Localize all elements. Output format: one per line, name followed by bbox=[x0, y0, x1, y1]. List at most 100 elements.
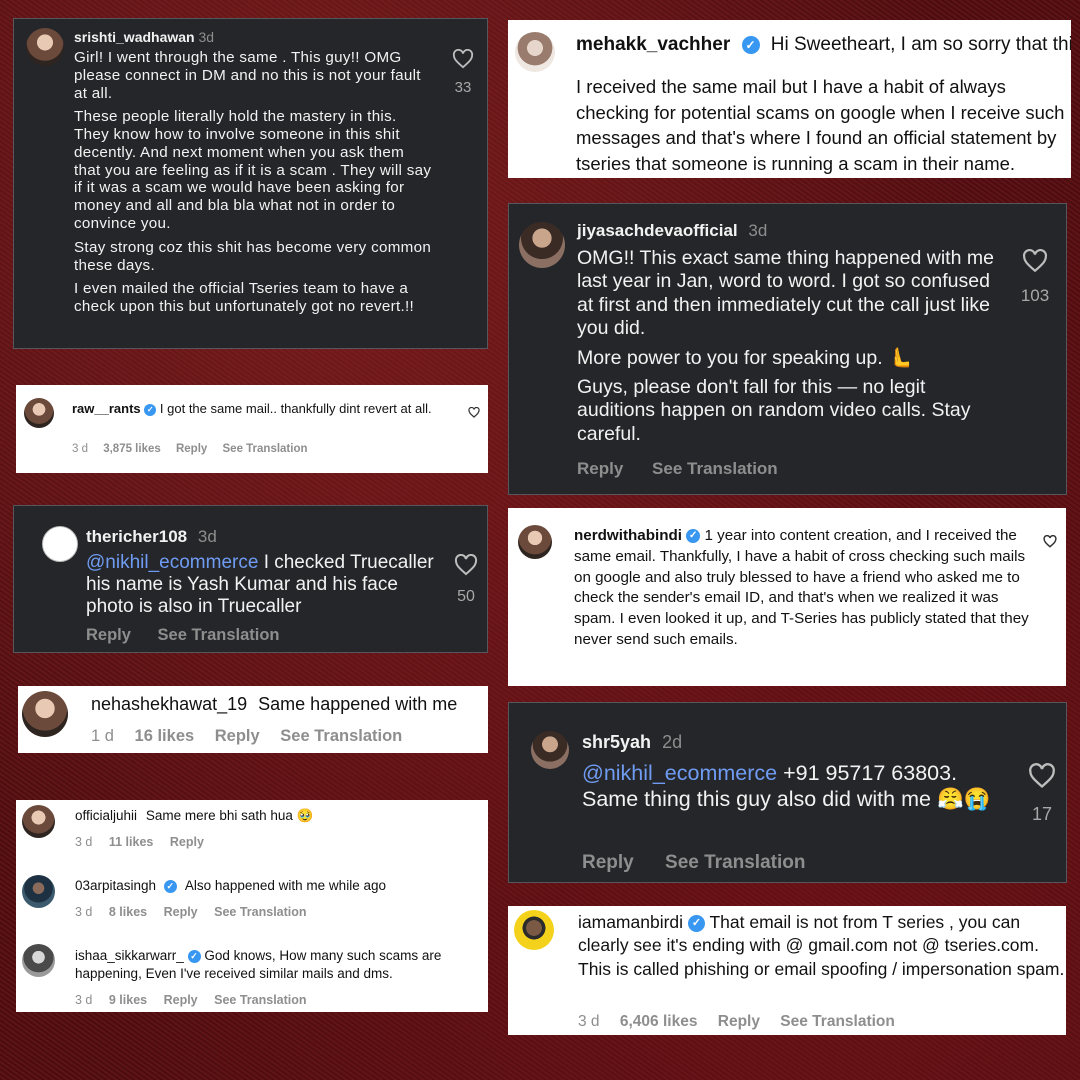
avatar[interactable] bbox=[531, 731, 569, 769]
avatar[interactable] bbox=[42, 526, 78, 562]
see-translation-link[interactable]: See Translation bbox=[214, 905, 306, 919]
see-translation-link[interactable]: See Translation bbox=[214, 993, 306, 1007]
mention-link[interactable]: @nikhil_ecommerce bbox=[582, 761, 777, 785]
comment-card-thericher: thericher108 3d @nikhil_ecommerce I chec… bbox=[13, 505, 488, 653]
comment-text-line1: Hi Sweetheart, I am so sorry that this bbox=[770, 34, 1071, 55]
mention-link[interactable]: @nikhil_ecommerce bbox=[86, 552, 258, 573]
reply-button[interactable]: Reply bbox=[718, 1013, 760, 1030]
reply-button[interactable]: Reply bbox=[86, 626, 131, 644]
like-count: 33 bbox=[454, 79, 472, 96]
timestamp: 3 d bbox=[75, 905, 93, 919]
username[interactable]: 03arpitasingh bbox=[75, 878, 156, 893]
comment-card-stack: officialjuhii Same mere bhi sath hua 🥹 3… bbox=[16, 800, 488, 1012]
avatar[interactable] bbox=[22, 805, 55, 838]
comment-card-nehashekhawat: nehashekhawat_19 Same happened with me 1… bbox=[18, 686, 488, 753]
timestamp: 3 d bbox=[75, 993, 93, 1007]
heart-icon[interactable] bbox=[1028, 763, 1056, 789]
verified-icon: ✓ bbox=[163, 879, 177, 893]
like-count[interactable]: 16 likes bbox=[135, 727, 195, 745]
comment-card-raw-rants: raw__rants ✓ I got the same mail.. thank… bbox=[16, 385, 488, 473]
avatar[interactable] bbox=[519, 222, 565, 268]
heart-icon[interactable] bbox=[1043, 535, 1057, 548]
username[interactable]: nehashekhawat_19 bbox=[91, 694, 247, 714]
comment-card-nerdwithabindi: nerdwithabindi ✓ 1 year into content cre… bbox=[508, 508, 1066, 686]
username[interactable]: iamamanbirdi bbox=[578, 912, 683, 932]
heart-icon[interactable] bbox=[1022, 249, 1048, 273]
comment-text: OMG!! This exact same thing happened wit… bbox=[577, 247, 997, 446]
username[interactable]: thericher108 bbox=[86, 527, 187, 546]
see-translation-link[interactable]: See Translation bbox=[780, 1013, 895, 1030]
avatar[interactable] bbox=[515, 32, 555, 72]
reply-button[interactable]: Reply bbox=[582, 852, 634, 873]
like-count[interactable]: 3,875 likes bbox=[103, 443, 161, 455]
username[interactable]: mehakk_vachher bbox=[576, 34, 730, 55]
username[interactable]: jiyasachdevaofficial bbox=[577, 221, 738, 240]
comment-text: Same mere bhi sath hua 🥹 bbox=[145, 808, 314, 823]
comment-paragraph: Stay strong coz this shit has become ver… bbox=[74, 238, 432, 274]
timestamp: 3d bbox=[748, 221, 768, 240]
comment-card-srishti: srishti_wadhawan 3d Girl! I went through… bbox=[13, 18, 488, 349]
comment-paragraph: I even mailed the official Tseries team … bbox=[74, 280, 415, 316]
verified-icon: ✓ bbox=[686, 528, 701, 543]
verified-icon: ✓ bbox=[187, 949, 201, 963]
like-count: 17 bbox=[1031, 804, 1053, 824]
reply-button[interactable]: Reply bbox=[577, 459, 623, 478]
comment-paragraph: These people literally hold the mastery … bbox=[74, 108, 432, 233]
comment-text: I received the same mail but I have a ha… bbox=[576, 76, 1065, 174]
like-count: 103 bbox=[1020, 286, 1050, 305]
like-count[interactable]: 6,406 likes bbox=[620, 1013, 698, 1030]
comment-card-iamamanbirdi: iamamanbirdi ✓ That email is not from T … bbox=[508, 906, 1066, 1035]
username[interactable]: ishaa_sikkarwarr_ bbox=[75, 948, 184, 963]
heart-icon[interactable] bbox=[468, 407, 480, 418]
timestamp: 2d bbox=[662, 732, 683, 752]
comment-paragraph: Guys, please don't fall for this — no le… bbox=[577, 375, 971, 445]
like-count[interactable]: 8 likes bbox=[109, 905, 147, 919]
heart-icon[interactable] bbox=[454, 554, 478, 576]
see-translation-link[interactable]: See Translation bbox=[223, 443, 308, 455]
reply-button[interactable]: Reply bbox=[164, 993, 198, 1007]
username[interactable]: srishti_wadhawan bbox=[74, 29, 195, 45]
username[interactable]: shr5yah bbox=[582, 732, 651, 752]
username[interactable]: nerdwithabindi bbox=[574, 527, 682, 544]
comment-card-shr5yah: shr5yah 2d @nikhil_ecommerce +91 95717 6… bbox=[508, 702, 1067, 883]
verified-icon: ✓ bbox=[741, 35, 760, 54]
reply-button[interactable]: Reply bbox=[164, 905, 198, 919]
timestamp: 3 d bbox=[72, 443, 88, 455]
comment-card-mehakk: mehakk_vachher ✓ Hi Sweetheart, I am so … bbox=[508, 20, 1071, 178]
comment-text: Same happened with me bbox=[258, 694, 458, 714]
avatar[interactable] bbox=[22, 875, 55, 908]
username[interactable]: officialjuhii bbox=[75, 808, 137, 823]
reply-button[interactable]: Reply bbox=[176, 443, 207, 455]
comment-paragraph: Girl! I went through the same . This guy… bbox=[74, 49, 421, 102]
like-count[interactable]: 11 likes bbox=[109, 835, 154, 849]
timestamp: 3 d bbox=[578, 1013, 600, 1030]
comment-text: Also happened with me while ago bbox=[184, 878, 386, 893]
comment-text: I got the same mail.. thankfully dint re… bbox=[159, 401, 432, 416]
see-translation-link[interactable]: See Translation bbox=[665, 852, 805, 873]
timestamp: 3d bbox=[197, 527, 217, 546]
comment-paragraph: More power to you for speaking up. 🫷 bbox=[577, 346, 913, 369]
username[interactable]: raw__rants bbox=[72, 401, 141, 416]
heart-icon[interactable] bbox=[452, 49, 474, 69]
avatar[interactable] bbox=[24, 398, 54, 428]
verified-icon: ✓ bbox=[144, 403, 157, 416]
see-translation-link[interactable]: See Translation bbox=[652, 459, 778, 478]
timestamp: 3d bbox=[198, 29, 215, 45]
comment-paragraph: OMG!! This exact same thing happened wit… bbox=[577, 247, 994, 340]
avatar[interactable] bbox=[26, 28, 64, 66]
reply-button[interactable]: Reply bbox=[215, 727, 260, 745]
avatar[interactable] bbox=[22, 691, 68, 737]
comment-card-jiya: jiyasachdevaofficial 3d OMG!! This exact… bbox=[508, 203, 1067, 495]
avatar[interactable] bbox=[22, 944, 55, 977]
see-translation-link[interactable]: See Translation bbox=[158, 626, 280, 644]
comment-text: 1 year into content creation, and I rece… bbox=[574, 527, 1029, 649]
reply-button[interactable]: Reply bbox=[170, 835, 204, 849]
like-count[interactable]: 9 likes bbox=[109, 993, 147, 1007]
timestamp: 1 d bbox=[91, 727, 114, 745]
avatar[interactable] bbox=[514, 910, 554, 950]
see-translation-link[interactable]: See Translation bbox=[280, 727, 402, 745]
timestamp: 3 d bbox=[75, 835, 93, 849]
emoji: 😤😭 bbox=[936, 786, 991, 811]
comment-text: Girl! I went through the same . This guy… bbox=[74, 49, 432, 316]
avatar[interactable] bbox=[518, 525, 552, 559]
